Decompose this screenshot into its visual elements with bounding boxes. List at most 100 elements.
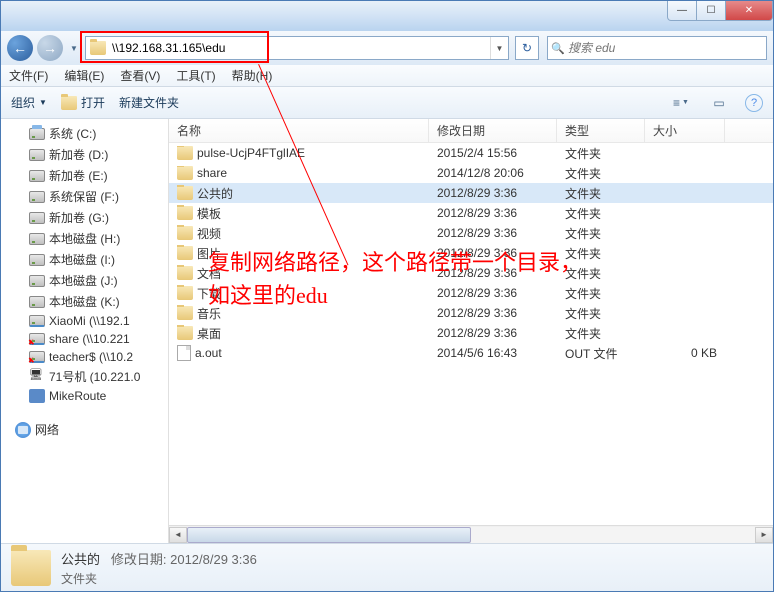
network-drive-icon: ✖ (29, 351, 45, 363)
file-row[interactable]: 视频2012/8/29 3:36文件夹 (169, 223, 773, 243)
organize-button[interactable]: 组织 ▼ (11, 94, 47, 111)
col-size[interactable]: 大小 (645, 119, 725, 142)
file-type: 文件夹 (557, 325, 645, 342)
tree-item-label: 本地磁盘 (J:) (49, 272, 118, 289)
tree-item[interactable]: 新加卷 (E:) (1, 165, 168, 186)
help-button[interactable]: ? (745, 94, 763, 112)
file-row[interactable]: pulse-UcjP4FTglIAE2015/2/4 15:56文件夹 (169, 143, 773, 163)
tree-item[interactable]: 71号机 (10.221.0 (1, 366, 168, 387)
menu-help[interactable]: 帮助(H) (232, 67, 273, 84)
scroll-thumb[interactable] (187, 527, 471, 543)
file-date: 2012/8/29 3:36 (429, 206, 557, 220)
minimize-button[interactable]: — (667, 1, 697, 21)
scroll-track[interactable] (187, 527, 755, 543)
file-date: 2012/8/29 3:36 (429, 326, 557, 340)
file-row[interactable]: a.out2014/5/6 16:43OUT 文件0 KB (169, 343, 773, 363)
details-pane: 公共的 修改日期: 2012/8/29 3:36 文件夹 (1, 543, 773, 591)
tree-network[interactable]: 网络 (1, 419, 168, 440)
tree-item[interactable]: ✖teacher$ (\\10.2 (1, 348, 168, 366)
file-type: 文件夹 (557, 265, 645, 282)
tree-item[interactable]: 本地磁盘 (K:) (1, 291, 168, 312)
address-bar[interactable]: \\192.168.31.165\edu ▼ (85, 36, 509, 60)
new-folder-button[interactable]: 新建文件夹 (119, 94, 179, 111)
back-button[interactable]: ← (7, 35, 33, 61)
chevron-down-icon: ▼ (682, 99, 689, 106)
file-name: a.out (195, 346, 222, 360)
tree-item[interactable]: 新加卷 (G:) (1, 207, 168, 228)
tree-item[interactable]: ✖share (\\10.221 (1, 330, 168, 348)
tree-sidebar[interactable]: 系统 (C:) 新加卷 (D:) 新加卷 (E:)系统保留 (F:) 新加卷 (G:)… (1, 119, 169, 543)
tree-item-label: 新加卷 (D:) (49, 146, 108, 163)
col-type[interactable]: 类型 (557, 119, 645, 142)
tree-item[interactable]: XiaoMi (\\192.1 (1, 312, 168, 330)
file-name: 音乐 (197, 305, 221, 322)
tree-item[interactable]: 系统保留 (F:) (1, 186, 168, 207)
preview-pane-button[interactable]: ▭ (707, 91, 731, 115)
drive-icon (29, 191, 45, 203)
scroll-right-button[interactable]: ► (755, 527, 773, 543)
h-scrollbar[interactable]: ◄ ► (169, 525, 773, 543)
details-meta-value: 2012/8/29 3:36 (170, 552, 257, 567)
nav-bar: ← → ▼ \\192.168.31.165\edu ▼ ↻ 🔍 (1, 31, 773, 65)
file-row[interactable]: 图片2012/8/29 3:36文件夹 (169, 243, 773, 263)
file-row[interactable]: 下载2012/8/29 3:36文件夹 (169, 283, 773, 303)
tree-item[interactable]: 新加卷 (D:) (1, 144, 168, 165)
tree-item[interactable]: 本地磁盘 (H:) (1, 228, 168, 249)
open-button[interactable]: 打开 (61, 94, 105, 111)
nav-history-drop[interactable]: ▼ (67, 38, 81, 58)
tree-item-label: 本地磁盘 (I:) (49, 251, 115, 268)
refresh-button[interactable]: ↻ (515, 36, 539, 60)
close-button[interactable]: ✕ (725, 1, 773, 21)
folder-icon (177, 246, 193, 260)
tree-item-label: 本地磁盘 (H:) (49, 230, 120, 247)
file-icon (177, 345, 191, 361)
file-date: 2012/8/29 3:36 (429, 186, 557, 200)
file-type: 文件夹 (557, 285, 645, 302)
file-row[interactable]: 文档2012/8/29 3:36文件夹 (169, 263, 773, 283)
tree-item[interactable]: 本地磁盘 (I:) (1, 249, 168, 270)
file-name: 图片 (197, 245, 221, 262)
menu-view[interactable]: 查看(V) (120, 67, 160, 84)
search-input[interactable] (568, 41, 766, 55)
menu-file[interactable]: 文件(F) (9, 67, 48, 84)
main-area: 系统 (C:) 新加卷 (D:) 新加卷 (E:)系统保留 (F:) 新加卷 (G:)… (1, 119, 773, 543)
address-path[interactable]: \\192.168.31.165\edu (110, 41, 490, 55)
network-drive-icon (29, 315, 45, 327)
folder-icon (177, 226, 193, 240)
address-drop[interactable]: ▼ (490, 37, 508, 59)
file-row[interactable]: 音乐2012/8/29 3:36文件夹 (169, 303, 773, 323)
file-type: 文件夹 (557, 225, 645, 242)
drive-icon (29, 233, 45, 245)
file-list[interactable]: pulse-UcjP4FTglIAE2015/2/4 15:56文件夹share… (169, 143, 773, 525)
col-name[interactable]: 名称 (169, 119, 429, 142)
maximize-button[interactable]: ☐ (696, 1, 726, 21)
view-mode-button[interactable]: ≡ ▼ (669, 91, 693, 115)
details-name: 公共的 (61, 552, 100, 567)
tree-item[interactable]: MikeRoute (1, 387, 168, 405)
menu-tools[interactable]: 工具(T) (176, 67, 215, 84)
file-row[interactable]: 桌面2012/8/29 3:36文件夹 (169, 323, 773, 343)
details-type: 文件夹 (61, 570, 257, 587)
col-date[interactable]: 修改日期 (429, 119, 557, 142)
file-date: 2015/2/4 15:56 (429, 146, 557, 160)
tree-item-label: 新加卷 (G:) (49, 209, 109, 226)
file-type: 文件夹 (557, 165, 645, 182)
content-pane: 名称 修改日期 类型 大小 pulse-UcjP4FTglIAE2015/2/4… (169, 119, 773, 543)
menu-bar: 文件(F) 编辑(E) 查看(V) 工具(T) 帮助(H) (1, 65, 773, 87)
menu-edit[interactable]: 编辑(E) (64, 67, 104, 84)
file-row[interactable]: 模板2012/8/29 3:36文件夹 (169, 203, 773, 223)
tree-item-label: MikeRoute (49, 389, 106, 403)
file-type: 文件夹 (557, 245, 645, 262)
tree-item[interactable]: 本地磁盘 (J:) (1, 270, 168, 291)
tree-item[interactable]: 系统 (C:) (1, 123, 168, 144)
file-date: 2012/8/29 3:36 (429, 306, 557, 320)
file-row[interactable]: share2014/12/8 20:06文件夹 (169, 163, 773, 183)
scroll-left-button[interactable]: ◄ (169, 527, 187, 543)
folder-icon (177, 326, 193, 340)
file-row[interactable]: 公共的2012/8/29 3:36文件夹 (169, 183, 773, 203)
folder-icon (177, 206, 193, 220)
forward-button[interactable]: → (37, 35, 63, 61)
router-icon (29, 389, 45, 403)
file-name: 视频 (197, 225, 221, 242)
search-box[interactable]: 🔍 (547, 36, 767, 60)
